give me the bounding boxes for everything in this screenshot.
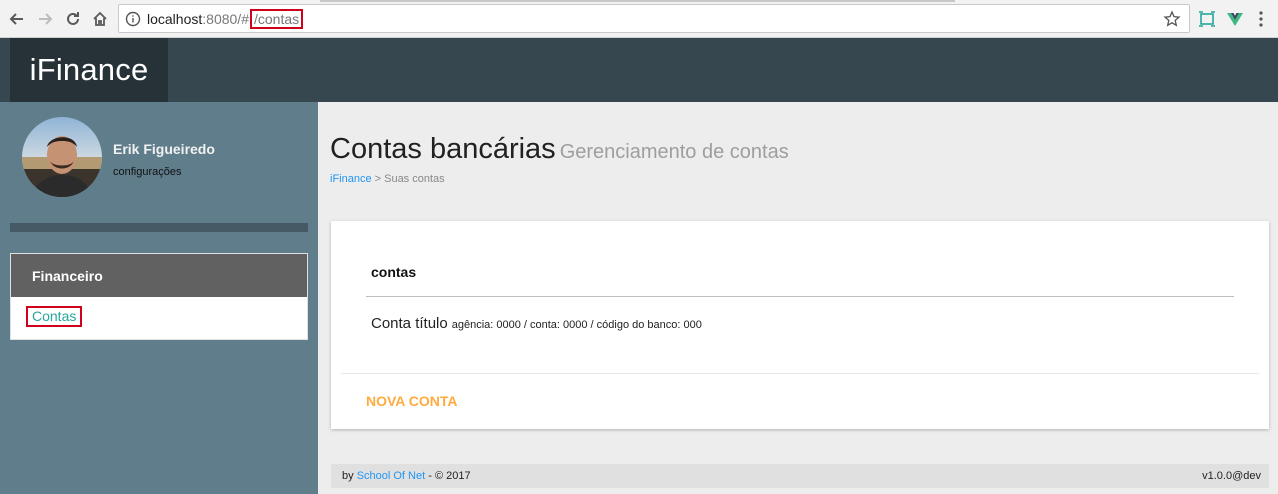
account-details: agência: 0000 / conta: 0000 / código do … [451, 319, 702, 331]
home-button[interactable] [89, 8, 111, 30]
breadcrumb: iFinance > Suas contas [330, 173, 445, 185]
home-icon [93, 11, 107, 26]
more-vert-icon[interactable] [1258, 10, 1264, 28]
sidebar-menu: Financeiro Contas [10, 253, 308, 340]
brand-logo[interactable]: iFinance [10, 38, 168, 102]
user-name: Erik Figueiredo [113, 141, 215, 157]
sidebar-divider [10, 223, 308, 232]
new-account-button[interactable]: NOVA CONTA [366, 393, 458, 409]
card-title: contas [371, 264, 417, 280]
url-host: localhost [147, 11, 203, 27]
footer-by: by [342, 470, 357, 482]
breadcrumb-current: > Suas contas [371, 173, 445, 185]
footer-school-link[interactable]: School Of Net [357, 470, 425, 482]
reload-icon [67, 12, 79, 25]
vue-devtools-icon[interactable] [1226, 10, 1244, 28]
menu-section-financeiro[interactable]: Financeiro [11, 254, 307, 297]
browser-toolbar: localhost:8080/#/contas [0, 0, 1278, 38]
footer: by School Of Net - © 2017 v1.0.0@dev [331, 464, 1269, 488]
card-divider [366, 296, 1234, 297]
arrow-right-icon [39, 13, 53, 25]
reload-button[interactable] [62, 8, 84, 30]
forward-button[interactable] [34, 8, 56, 30]
url-hash: # [241, 11, 249, 27]
page-subtitle: Gerenciamento de contas [559, 141, 789, 163]
page-title: Contas bancárias Gerenciamento de contas [330, 133, 789, 166]
sidebar: Erik Figueiredo configurações Financeiro… [0, 102, 318, 494]
footer-version: v1.0.0@dev [1202, 470, 1261, 482]
accounts-card: contas Conta título agência: 0000 / conta… [331, 221, 1269, 429]
bookmark-star-icon[interactable] [1163, 10, 1181, 28]
url-text: localhost:8080/#/contas [147, 9, 304, 29]
user-photo-icon [22, 117, 102, 197]
breadcrumb-home-link[interactable]: iFinance [330, 173, 372, 185]
sidebar-item-contas[interactable]: Contas [26, 306, 83, 327]
info-icon[interactable] [125, 11, 141, 27]
app-header: iFinance [0, 38, 1278, 102]
url-path-highlight: /contas [250, 9, 304, 29]
page-title-text: Contas bancárias [330, 133, 556, 165]
address-bar[interactable]: localhost:8080/#/contas [118, 4, 1190, 33]
settings-link[interactable]: configurações [113, 166, 182, 178]
url-port: :8080/ [202, 11, 242, 27]
account-name: Conta título [371, 315, 448, 332]
footer-credits: by School Of Net - © 2017 [342, 470, 471, 482]
avatar [22, 117, 102, 197]
list-item[interactable]: Conta título agência: 0000 / conta: 0000 … [371, 315, 702, 333]
footer-copyright: - © 2017 [425, 470, 471, 482]
card-action-divider [341, 373, 1259, 374]
main-content: Contas bancárias Gerenciamento de contas … [318, 102, 1278, 494]
tab-strip-edge [320, 0, 955, 2]
brand-text: iFinance [29, 52, 149, 87]
back-button[interactable] [6, 8, 28, 30]
arrow-left-icon [9, 13, 23, 25]
screen-capture-extension-icon[interactable] [1198, 10, 1216, 28]
